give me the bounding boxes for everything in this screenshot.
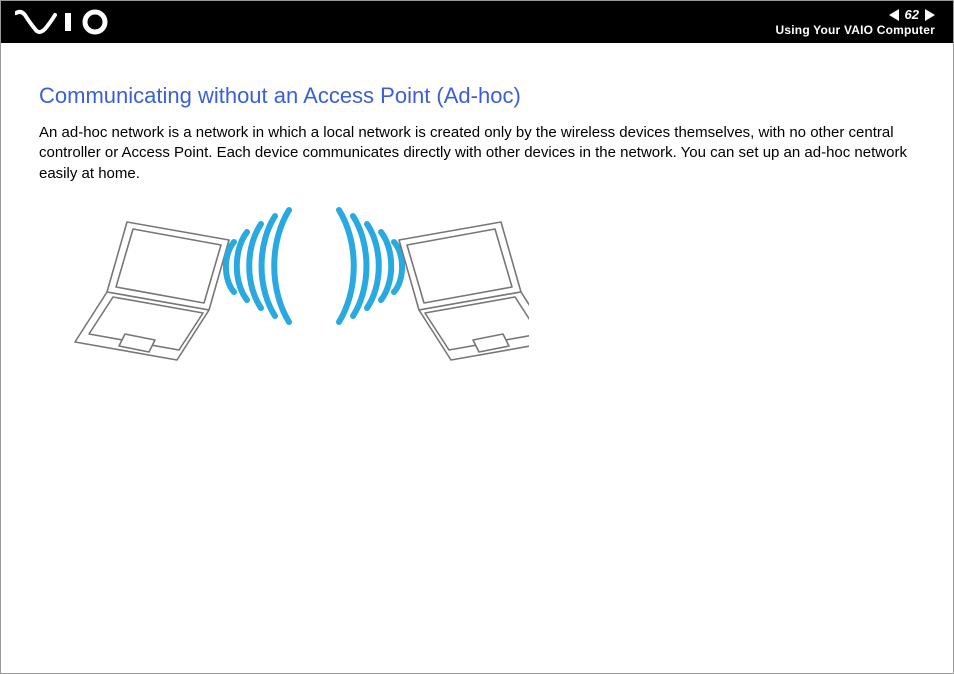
next-page-icon[interactable] bbox=[925, 9, 935, 21]
body-paragraph: An ad-hoc network is a network in which … bbox=[39, 123, 915, 184]
header-bar: 62 Using Your VAIO Computer bbox=[1, 1, 953, 43]
signal-right-icon bbox=[339, 210, 402, 322]
vaio-logo-svg bbox=[15, 9, 125, 35]
content-area: Communicating without an Access Point (A… bbox=[1, 43, 953, 387]
manual-page: 62 Using Your VAIO Computer Communicatin… bbox=[0, 0, 954, 674]
page-heading: Communicating without an Access Point (A… bbox=[39, 83, 915, 109]
page-nav: 62 bbox=[889, 7, 935, 22]
section-label: Using Your VAIO Computer bbox=[776, 23, 935, 37]
adhoc-illustration bbox=[69, 202, 915, 387]
signal-left-icon bbox=[226, 210, 289, 322]
vaio-logo bbox=[15, 9, 125, 35]
laptop-right-icon bbox=[399, 222, 529, 360]
page-number: 62 bbox=[903, 7, 921, 22]
header-right: 62 Using Your VAIO Computer bbox=[776, 7, 935, 37]
laptop-left-icon bbox=[75, 222, 229, 360]
prev-page-icon[interactable] bbox=[889, 9, 899, 21]
adhoc-diagram-svg bbox=[69, 202, 529, 382]
